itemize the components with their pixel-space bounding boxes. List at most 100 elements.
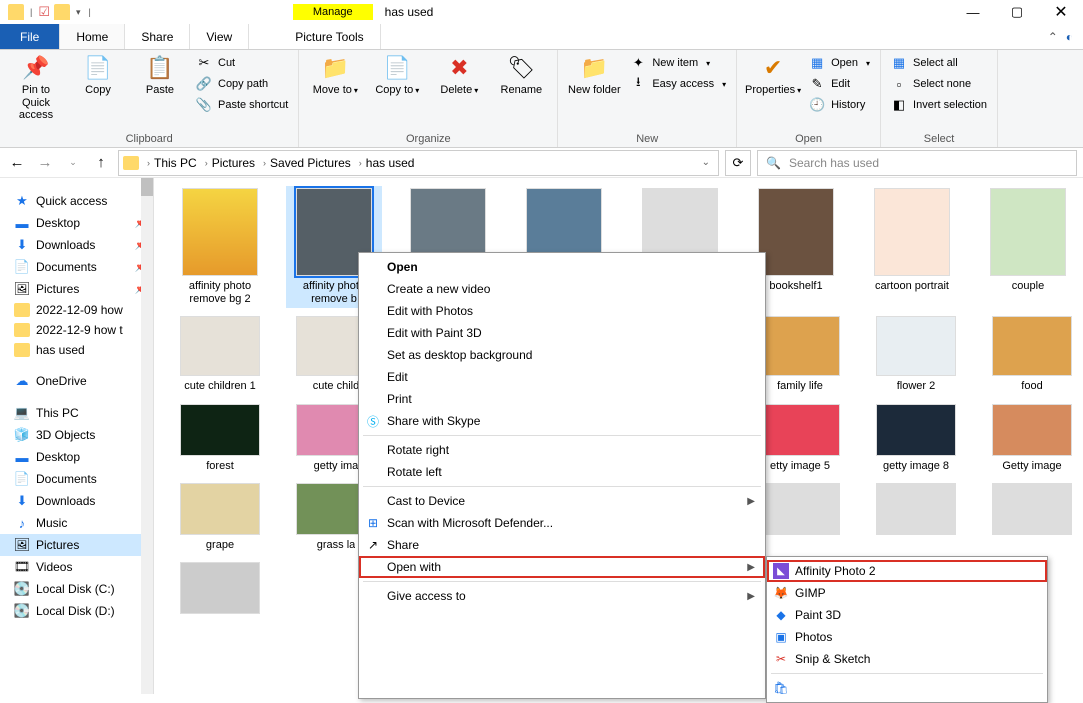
crumb-thispc[interactable]: ›This PC [143,156,201,170]
help-icon[interactable]: ◐ [1066,30,1073,44]
ctx-set-bg[interactable]: Set as desktop background [359,344,765,366]
tab-home[interactable]: Home [60,24,125,49]
minimize-button[interactable]: — [951,0,995,24]
file-thumb[interactable]: flower 2 [868,316,964,393]
qat-dropdown[interactable]: ▾ [74,7,83,18]
rename-button[interactable]: 🏷Rename [493,54,549,97]
ribbon-collapse-icon[interactable]: ⌃ [1048,30,1058,44]
easy-access-button[interactable]: ⭳Easy access▾ [628,75,728,93]
ctx-share[interactable]: ↗Share [359,534,765,556]
invert-selection-button[interactable]: ◧Invert selection [889,96,989,114]
qat-check-icon[interactable]: ☑ [38,4,50,20]
ctx-give-access[interactable]: Give access to▶ [359,585,765,607]
pin-quick-access-button[interactable]: 📌 Pin to Quick access [8,54,64,122]
nav-up-button[interactable]: ↑ [90,152,112,174]
paste-shortcut-button[interactable]: 📎Paste shortcut [194,96,290,114]
breadcrumb-dropdown[interactable]: ⌄ [702,157,714,168]
sub-gimp[interactable]: 🦊GIMP [767,582,1047,604]
nav-folder-2[interactable]: 2022-12-9 how t [0,320,153,340]
file-thumb[interactable] [868,483,964,552]
file-thumb[interactable]: affinity photo remove bg 2 [172,188,268,306]
sub-snip[interactable]: ✂Snip & Sketch [767,648,1047,670]
tab-view[interactable]: View [190,24,249,49]
ctx-rotate-left[interactable]: Rotate left [359,461,765,483]
nav-documents[interactable]: 📄Documents📌 [0,256,153,278]
crumb-saved-pictures[interactable]: ›Saved Pictures [259,156,355,170]
nav-recent-button[interactable]: ⌄ [62,152,84,174]
tab-picture-tools[interactable]: Picture Tools [279,24,380,49]
nav-forward-button[interactable]: → [34,152,56,174]
file-thumb[interactable]: grape [172,483,268,552]
edit-button[interactable]: ✎Edit [807,75,872,93]
file-thumb[interactable] [984,483,1080,552]
nav-thispc[interactable]: 💻This PC [0,402,153,424]
new-item-button[interactable]: ✦New item▾ [628,54,728,72]
new-folder-button[interactable]: 📁New folder [566,54,622,97]
nav-folder-3[interactable]: has used [0,340,153,360]
nav-downloads[interactable]: ⬇Downloads📌 [0,234,153,256]
ctx-print[interactable]: Print [359,388,765,410]
file-thumb[interactable]: getty image 8 [868,404,964,473]
file-thumb[interactable] [752,483,848,552]
nav-back-button[interactable]: ← [6,152,28,174]
nav-3d-objects[interactable]: 🧊3D Objects [0,424,153,446]
select-none-button[interactable]: ▫Select none [889,75,989,93]
maximize-button[interactable]: ▢ [995,0,1039,24]
ctx-open[interactable]: Open [359,256,765,278]
ctx-edit[interactable]: Edit [359,366,765,388]
nav-disk-c[interactable]: 💽Local Disk (C:) [0,578,153,600]
file-thumb[interactable]: food [984,316,1080,393]
ctx-open-with[interactable]: Open with▶ [359,556,765,578]
ctx-cast[interactable]: Cast to Device▶ [359,490,765,512]
file-thumb[interactable]: Getty image [984,404,1080,473]
move-to-button[interactable]: 📁Move to▾ [307,54,363,97]
sub-affinity[interactable]: ◣Affinity Photo 2 [767,560,1047,582]
file-thumb[interactable]: forest [172,404,268,473]
nav-pictures[interactable]: 🖼Pictures📌 [0,278,153,300]
file-thumb[interactable] [172,562,268,618]
delete-button[interactable]: ✖Delete▾ [431,54,487,97]
nav-disk-d[interactable]: 💽Local Disk (D:) [0,600,153,622]
copy-button[interactable]: 📄 Copy [70,54,126,122]
history-button[interactable]: 🕘History [807,96,872,114]
file-thumb[interactable]: family life [752,316,848,393]
ctx-rotate-right[interactable]: Rotate right [359,439,765,461]
ctx-scan[interactable]: ⊞Scan with Microsoft Defender... [359,512,765,534]
crumb-has-used[interactable]: ›has used [355,156,419,170]
nav-quick-access[interactable]: ★Quick access [0,190,153,212]
nav-scrollbar[interactable] [141,178,153,694]
breadcrumb[interactable]: ›This PC ›Pictures ›Saved Pictures ›has … [118,150,719,176]
properties-button[interactable]: ✔Properties▾ [745,54,801,114]
file-thumb[interactable]: couple [980,188,1076,306]
file-thumb[interactable]: cartoon portrait [864,188,960,306]
nav-onedrive[interactable]: ☁OneDrive [0,370,153,392]
nav-desktop-2[interactable]: ▬Desktop [0,446,153,468]
sub-paint3d[interactable]: ◆Paint 3D [767,604,1047,626]
nav-videos[interactable]: 🎞Videos [0,556,153,578]
copy-path-button[interactable]: 🔗Copy path [194,75,290,93]
sub-photos[interactable]: ▣Photos [767,626,1047,648]
nav-desktop[interactable]: ▬Desktop📌 [0,212,153,234]
nav-pictures-2[interactable]: 🖼Pictures [0,534,153,556]
qat-folder-icon[interactable] [54,4,70,20]
ctx-edit-paint3d[interactable]: Edit with Paint 3D [359,322,765,344]
ctx-share-skype[interactable]: ⓈShare with Skype [359,410,765,432]
open-button[interactable]: ▦Open▾ [807,54,872,72]
sub-more[interactable]: 🛍 [767,677,1047,699]
nav-music[interactable]: ♪Music [0,512,153,534]
paste-button[interactable]: 📋 Paste [132,54,188,122]
file-thumb[interactable]: cute children 1 [172,316,268,393]
tab-share[interactable]: Share [125,24,190,49]
nav-documents-2[interactable]: 📄Documents [0,468,153,490]
tab-file[interactable]: File [0,24,60,49]
ctx-new-video[interactable]: Create a new video [359,278,765,300]
refresh-button[interactable]: ⟳ [725,150,751,176]
file-thumb[interactable]: etty image 5 [752,404,848,473]
cut-button[interactable]: ✂Cut [194,54,290,72]
nav-downloads-2[interactable]: ⬇Downloads [0,490,153,512]
manage-contextual-tab[interactable]: Manage [293,4,373,20]
nav-folder-1[interactable]: 2022-12-09 how [0,300,153,320]
close-button[interactable]: ✕ [1039,0,1083,24]
ctx-edit-photos[interactable]: Edit with Photos [359,300,765,322]
copy-to-button[interactable]: 📄Copy to▾ [369,54,425,97]
